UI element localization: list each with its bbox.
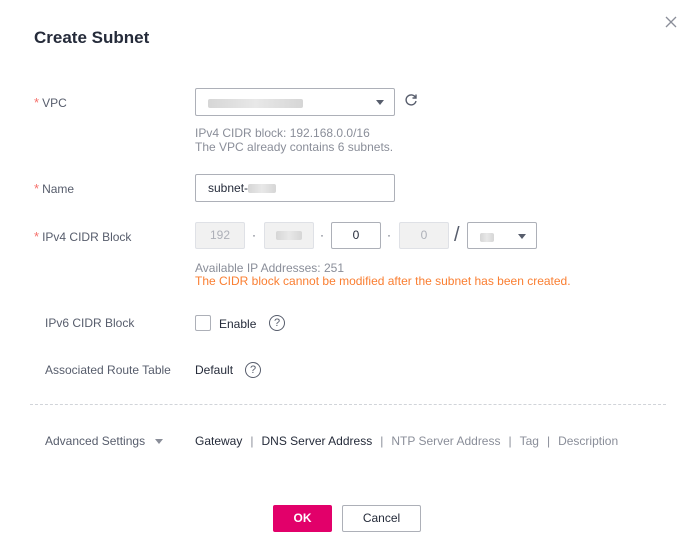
adv-item-gateway: Gateway <box>195 434 243 448</box>
adv-item-ntp: NTP Server Address <box>391 434 501 448</box>
vpc-subnets-hint: The VPC already contains 6 subnets. <box>195 140 394 154</box>
cancel-button[interactable]: Cancel <box>342 505 421 532</box>
advanced-settings-toggle[interactable]: Advanced Settings <box>45 434 145 448</box>
adv-separator: | <box>546 434 551 448</box>
adv-separator: | <box>380 434 384 448</box>
help-icon[interactable]: ? <box>269 315 285 331</box>
cidr-octet-1: 192 <box>195 222 245 249</box>
vpc-select[interactable] <box>195 88 395 116</box>
vpc-label-text: VPC <box>42 96 67 110</box>
chevron-down-icon <box>518 234 526 239</box>
ipv6-enable-label[interactable]: Enable <box>219 317 256 331</box>
vpc-label: * VPC <box>34 95 67 110</box>
available-ip-hint: Available IP Addresses: 251 <box>195 261 344 275</box>
required-marker: * <box>34 95 40 110</box>
ipv4-cidr-label: * IPv4 CIDR Block <box>34 229 131 244</box>
name-label-text: Name <box>42 182 75 196</box>
vpc-select-value <box>208 96 303 110</box>
required-marker: * <box>34 181 40 196</box>
refresh-icon[interactable] <box>404 93 418 107</box>
chevron-down-icon[interactable] <box>155 439 163 444</box>
adv-separator: | <box>250 434 254 448</box>
help-icon[interactable]: ? <box>245 362 261 378</box>
cidr-octet-3-input[interactable]: 0 <box>331 222 381 249</box>
adv-separator: | <box>508 434 512 448</box>
name-input-value: subnet- <box>208 181 249 195</box>
cidr-dot: · <box>320 228 324 242</box>
adv-item-description: Description <box>558 434 619 448</box>
adv-item-tag: Tag <box>519 434 539 448</box>
cidr-warning: The CIDR block cannot be modified after … <box>195 274 571 288</box>
cidr-mask-select[interactable] <box>467 222 537 249</box>
ipv6-enable-checkbox[interactable] <box>195 315 211 331</box>
cidr-octet-2 <box>264 222 314 249</box>
name-input[interactable]: subnet- <box>195 174 395 202</box>
cidr-dot: · <box>252 228 256 242</box>
chevron-down-icon <box>376 100 384 105</box>
close-icon[interactable] <box>663 14 679 30</box>
dialog-title: Create Subnet <box>34 28 150 47</box>
advanced-settings-summary: Gateway | DNS Server Address | NTP Server Ad… <box>195 434 618 448</box>
vpc-cidr-hint: IPv4 CIDR block: 192.168.0.0/16 <box>195 126 370 140</box>
ipv6-cidr-label: IPv6 CIDR Block <box>45 316 135 330</box>
ipv4-cidr-label-text: IPv4 CIDR Block <box>42 230 132 244</box>
cidr-slash: / <box>454 224 460 246</box>
name-label: * Name <box>34 181 74 196</box>
route-table-value: Default <box>195 363 234 377</box>
cidr-octet-4: 0 <box>399 222 449 249</box>
cidr-dot: · <box>387 228 391 242</box>
required-marker: * <box>34 229 40 244</box>
section-divider <box>30 404 666 405</box>
ok-button[interactable]: OK <box>273 505 332 532</box>
route-table-label: Associated Route Table <box>45 363 171 377</box>
cidr-mask-value <box>480 230 494 244</box>
adv-item-dns: DNS Server Address <box>261 434 373 448</box>
